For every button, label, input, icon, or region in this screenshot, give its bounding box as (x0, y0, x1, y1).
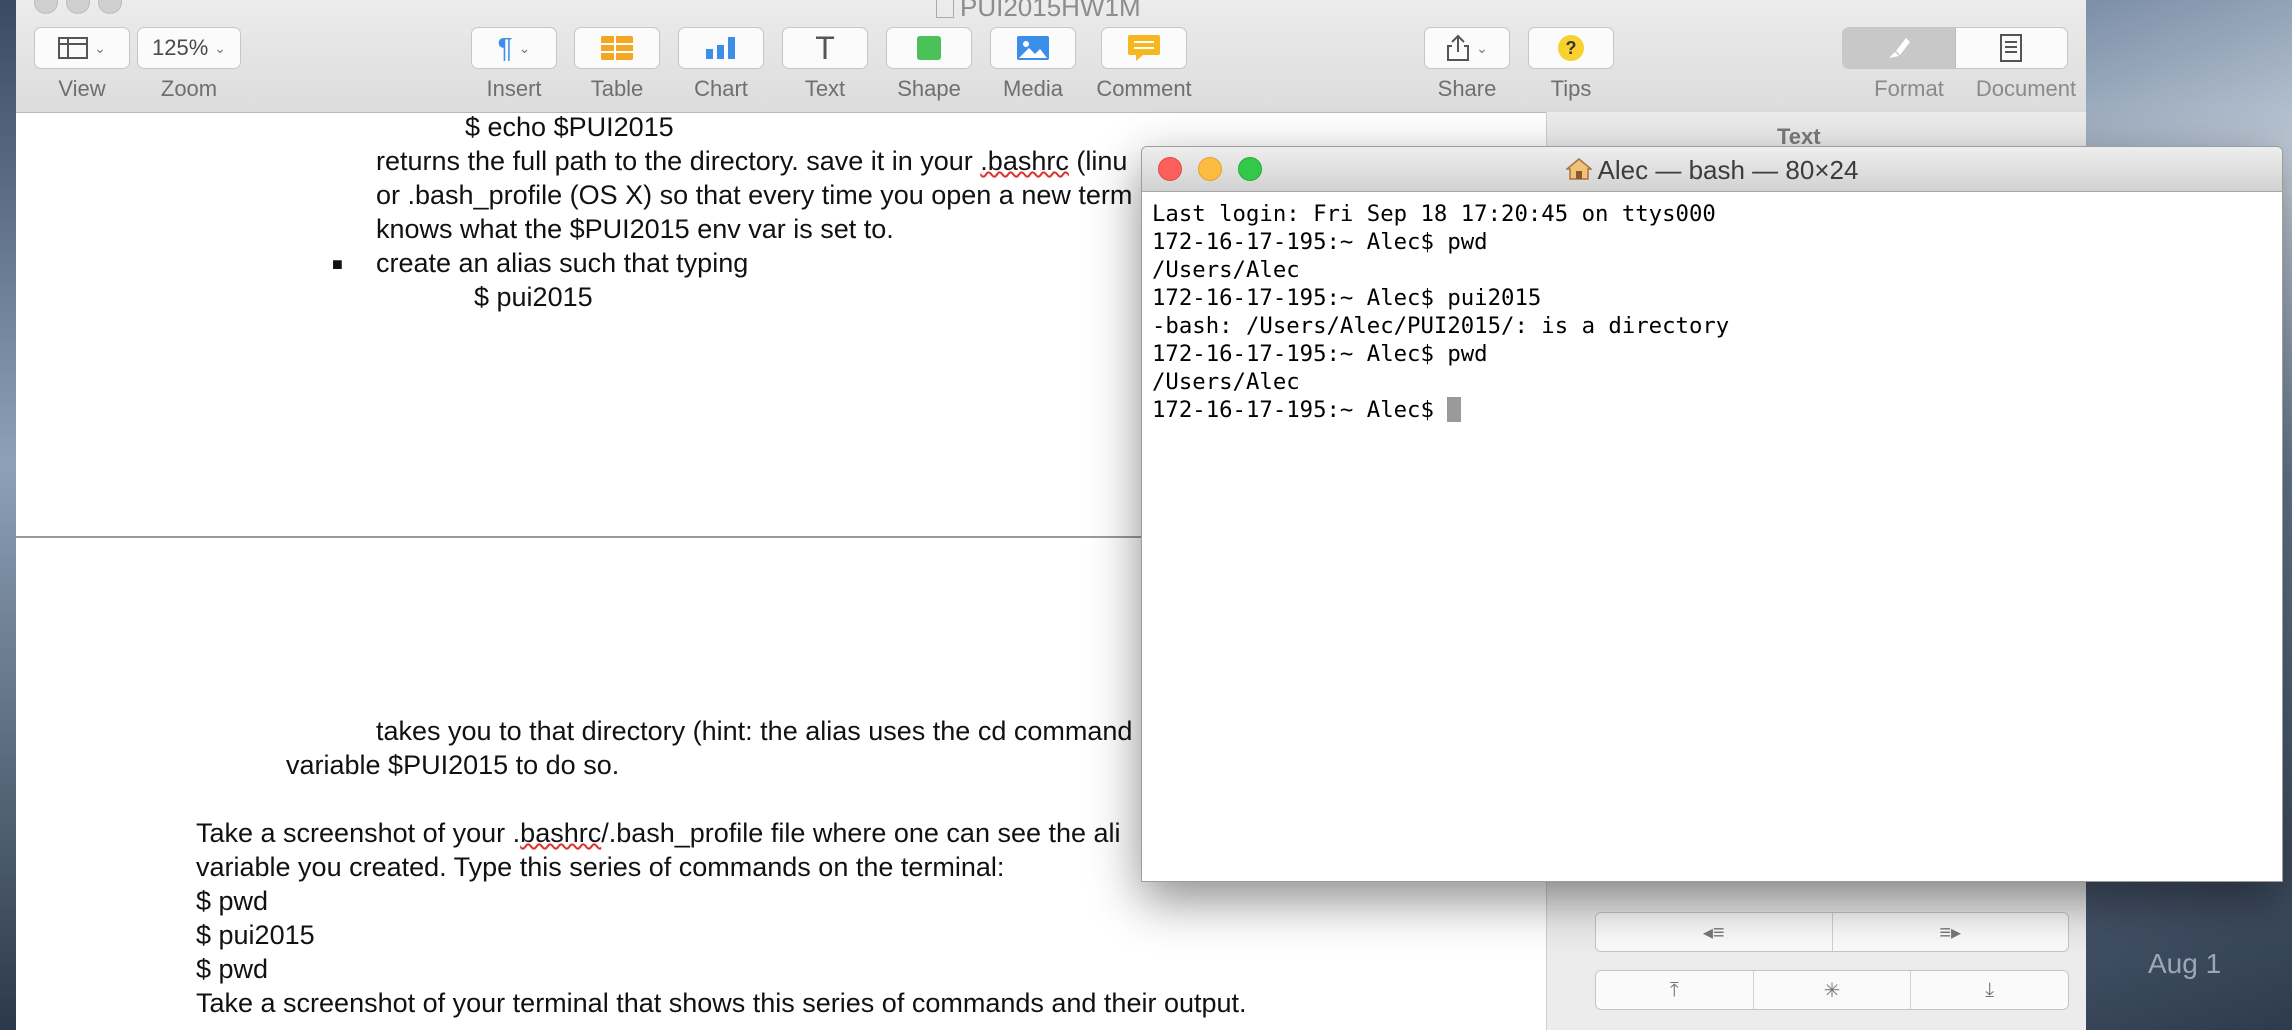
media-button[interactable] (990, 27, 1076, 69)
paragraph-icon: ¶ (497, 32, 513, 63)
document-title: PUI2015HW1M (936, 0, 1141, 23)
zoom-value: 125% (151, 35, 209, 60)
chevron-down-icon: ⌄ (214, 39, 226, 56)
increase-indent-button[interactable]: ≡▸ (1833, 913, 2069, 951)
layout-icon (58, 37, 89, 59)
shape-icon (917, 36, 941, 60)
doc-line: $ pui2015 (196, 920, 315, 950)
table-label: Table (590, 76, 644, 101)
doc-line: $ pwd (196, 954, 269, 984)
media-label: Media (1003, 76, 1063, 101)
terminal-window[interactable]: Alec — bash — 80×24 Last login: Fri Sep … (1141, 146, 2283, 882)
text-cursor (1447, 397, 1462, 422)
chevron-down-icon: ⌄ (94, 39, 106, 56)
home-icon (1565, 158, 1592, 180)
table-button[interactable] (574, 27, 660, 69)
doc-line: Take a screenshot of your terminal that … (196, 988, 1247, 1018)
vertical-align-segment: ⤒ ✳ ⤓ (1595, 970, 2069, 1010)
comment-button[interactable] (1101, 27, 1187, 69)
tips-icon: ? (1558, 35, 1584, 61)
indent-segment: ◂≡ ≡▸ (1595, 912, 2069, 952)
text-icon: T (815, 29, 835, 66)
zoom-select[interactable]: 125% ⌄ (137, 27, 241, 69)
doc-line: create an alias such that typing (376, 248, 749, 278)
text-button[interactable]: T (782, 27, 868, 69)
terminal-line: /Users/Alec (1152, 257, 1300, 283)
shape-button[interactable] (886, 27, 972, 69)
doc-line: variable $PUI2015 to do so. (286, 750, 620, 780)
close-button[interactable] (34, 0, 58, 14)
misspelled-word: .bashrc (980, 146, 1069, 176)
misspelled-word: bashrc (520, 818, 602, 848)
document-icon (2000, 34, 2023, 62)
share-button[interactable]: ⌄ (1424, 27, 1510, 69)
terminal-output[interactable]: Last login: Fri Sep 18 17:20:45 on ttys0… (1142, 192, 2282, 432)
chart-button[interactable] (678, 27, 764, 69)
desktop-left-edge (0, 0, 16, 1030)
view-button[interactable]: ⌄ (34, 27, 130, 69)
share-label: Share (1437, 76, 1497, 101)
format-button[interactable] (1843, 28, 1956, 68)
doc-line: takes you to that directory (hint: the a… (376, 716, 1133, 746)
doc-line: Take a screenshot of your .bashrc/.bash_… (196, 818, 1121, 849)
document-button[interactable] (1956, 28, 2068, 68)
shape-label: Shape (897, 76, 961, 101)
document-label: Document (1975, 76, 2077, 101)
terminal-prompt: 172-16-17-195:~ Alec$ (1152, 397, 1448, 423)
doc-line: knows what the $PUI2015 env var is set t… (376, 214, 894, 244)
minimize-button[interactable] (66, 0, 90, 14)
doc-line: $ pwd (196, 886, 269, 916)
insert-button[interactable]: ¶ ⌄ (471, 27, 557, 69)
document-title-text: PUI2015HW1M (960, 0, 1141, 22)
view-label: View (58, 76, 106, 101)
doc-text: Take a screenshot of your . (196, 818, 521, 848)
doc-line: $ pui2015 (474, 282, 593, 312)
align-top-button[interactable]: ⤒ (1596, 971, 1754, 1009)
doc-line: or .bash_profile (OS X) so that every ti… (376, 180, 1133, 210)
doc-line: returns the full path to the directory. … (376, 146, 1127, 177)
doc-line: $ echo $PUI2015 (465, 112, 674, 142)
terminal-title-text: Alec — bash — 80×24 (1597, 155, 1859, 185)
bullet-icon: ■ (332, 254, 343, 274)
terminal-line: /Users/Alec (1152, 369, 1300, 395)
terminal-prompt-line[interactable]: 172-16-17-195:~ Alec$ (1152, 396, 2272, 424)
comment-label: Comment (1096, 76, 1192, 101)
align-middle-button[interactable]: ✳ (1754, 971, 1912, 1009)
comment-icon (1128, 35, 1160, 61)
tips-button[interactable]: ? (1528, 27, 1614, 69)
format-label: Format (1874, 76, 1944, 101)
terminal-line: 172-16-17-195:~ Alec$ pwd (1152, 341, 1488, 367)
doc-text: returns the full path to the directory. … (376, 146, 981, 176)
chevron-down-icon: ⌄ (518, 39, 531, 56)
desktop-date: Aug 1 (2148, 948, 2222, 979)
terminal-line: 172-16-17-195:~ Alec$ pwd (1152, 229, 1488, 255)
format-brush-icon (1888, 38, 1910, 58)
insert-label: Insert (486, 76, 542, 101)
chevron-down-icon: ⌄ (1476, 39, 1488, 56)
doc-line: variable you created. Type this series o… (196, 852, 1005, 882)
text-label: Text (804, 76, 846, 101)
zoom-button[interactable] (98, 0, 122, 14)
inspector-toggle (1842, 27, 2068, 69)
doc-text: /.bash_profile file where one can see th… (601, 818, 1121, 848)
zoom-label: Zoom (160, 76, 218, 101)
pages-toolbar: PUI2015HW1M ⌄ View 125% ⌄ Zoom ¶ ⌄ Inser… (16, 0, 2086, 113)
align-bottom-button[interactable]: ⤓ (1911, 971, 2068, 1009)
terminal-line: -bash: /Users/Alec/PUI2015/: is a direct… (1152, 313, 1730, 339)
media-icon (1017, 36, 1049, 60)
terminal-titlebar[interactable]: Alec — bash — 80×24 (1142, 147, 2282, 192)
tips-label: Tips (1550, 76, 1592, 101)
terminal-title: Alec — bash — 80×24 (1142, 155, 2282, 186)
chart-label: Chart (694, 76, 748, 101)
table-icon (601, 36, 633, 60)
doc-text: (linu (1068, 146, 1128, 176)
terminal-line: Last login: Fri Sep 18 17:20:45 on ttys0… (1152, 201, 1716, 227)
terminal-line: 172-16-17-195:~ Alec$ pui2015 (1152, 285, 1542, 311)
document-icon-small (936, 0, 954, 18)
chart-icon (706, 37, 735, 59)
decrease-indent-button[interactable]: ◂≡ (1596, 913, 1833, 951)
share-icon (1447, 34, 1470, 61)
